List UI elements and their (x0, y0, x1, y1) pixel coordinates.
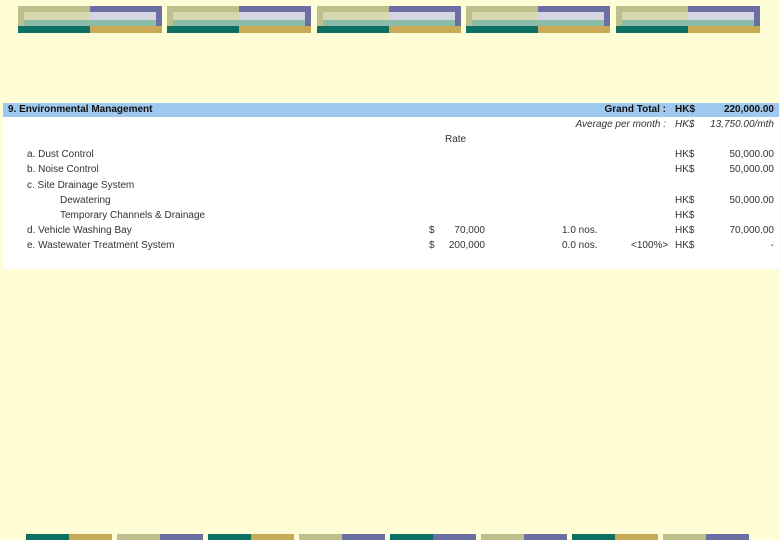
decorative-tile (466, 6, 610, 33)
item-currency: HK$ (675, 240, 695, 251)
item-currency: HK$ (675, 225, 695, 236)
item-currency: HK$ (675, 164, 695, 175)
decorative-strip (663, 534, 749, 540)
section-title: 9. Environmental Management (8, 104, 153, 115)
item-label: Dewatering (60, 195, 111, 206)
cost-table: 9. Environmental Management Grand Total … (3, 103, 779, 269)
item-label: e. Wastewater Treatment System (27, 240, 175, 251)
rate-column-header: Rate (445, 134, 467, 145)
item-quantity: 0.0 nos. (562, 240, 598, 251)
item-amount: 50,000.00 (729, 149, 775, 160)
rate-symbol: $ (429, 240, 435, 251)
item-currency: HK$ (675, 210, 695, 221)
decorative-strip (26, 534, 112, 540)
decorative-tile (167, 6, 311, 33)
item-label: d. Vehicle Washing Bay (27, 225, 132, 236)
item-quantity: 1.0 nos. (562, 225, 598, 236)
item-rate: 200,000 (448, 240, 485, 251)
decorative-tile (317, 6, 461, 33)
decorative-strip (390, 534, 476, 540)
average-currency: HK$ (675, 119, 695, 130)
grand-total-value: 220,000.00 (723, 104, 774, 115)
item-rate: 70,000 (454, 225, 485, 236)
item-currency: HK$ (675, 149, 695, 160)
decorative-strip (299, 534, 385, 540)
item-label: b. Noise Control (27, 164, 99, 175)
average-value: 13,750.00/mth (710, 119, 774, 130)
decorative-strip (481, 534, 567, 540)
item-amount: 50,000.00 (729, 195, 775, 206)
item-amount: 70,000.00 (729, 225, 775, 236)
item-amount: 50,000.00 (729, 164, 775, 175)
decorative-strip (117, 534, 203, 540)
average-label: Average per month : (575, 119, 666, 130)
item-label: a. Dust Control (27, 149, 94, 160)
item-percentage: <100%> (631, 240, 669, 251)
item-label: c. Site Drainage System (27, 180, 135, 191)
grand-total-currency: HK$ (675, 104, 696, 115)
decorative-tile (616, 6, 760, 33)
grand-total-label: Grand Total : (604, 104, 666, 115)
item-currency: HK$ (675, 195, 695, 206)
decorative-tile (18, 6, 162, 33)
item-amount: - (770, 240, 774, 251)
rate-symbol: $ (429, 225, 435, 236)
decorative-strip (572, 534, 658, 540)
decorative-strip (208, 534, 294, 540)
item-label: Temporary Channels & Drainage (60, 210, 206, 221)
